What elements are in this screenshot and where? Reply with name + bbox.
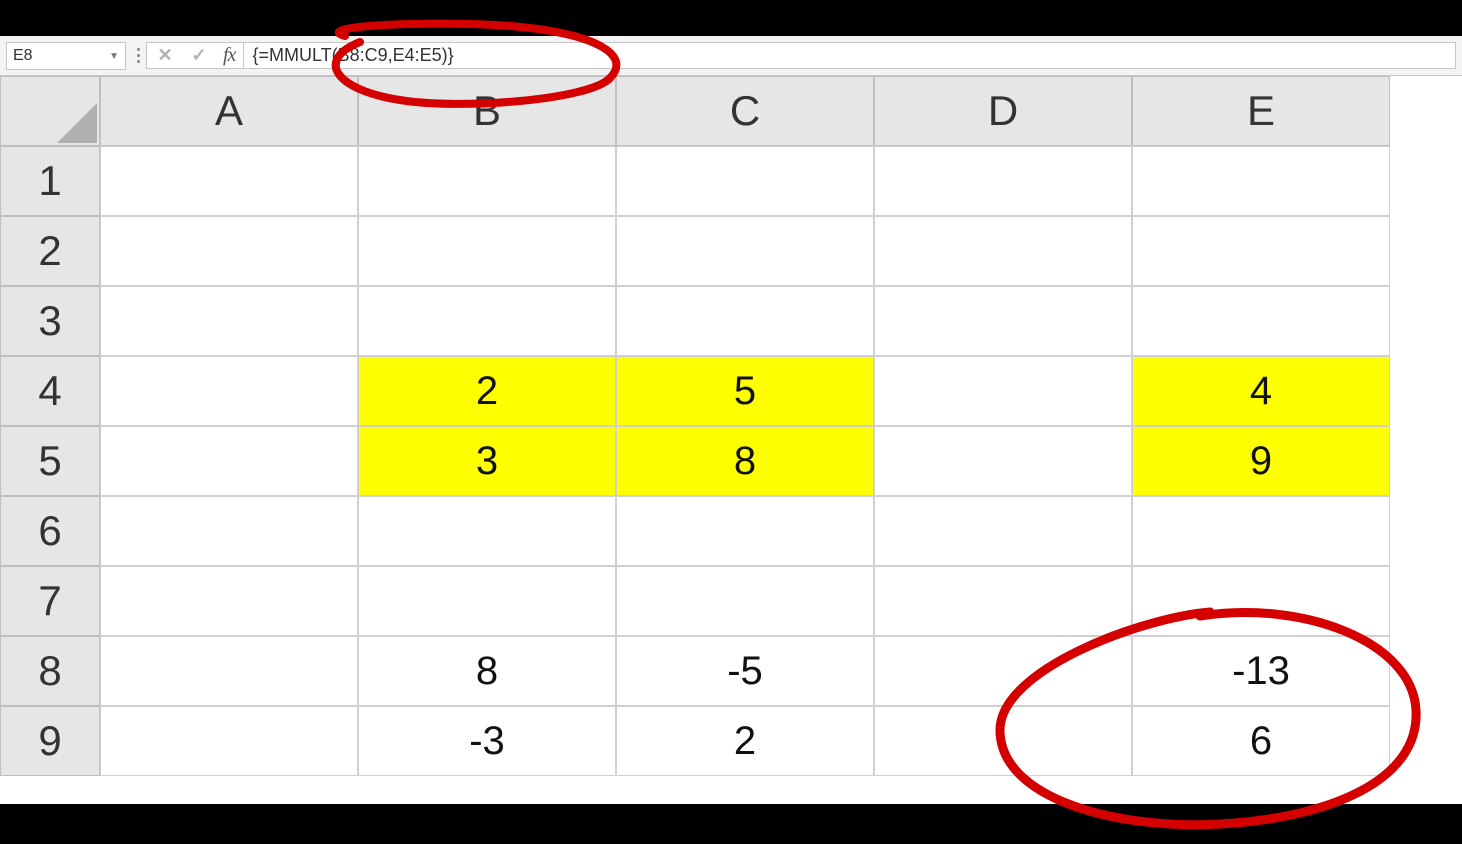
cell-A5[interactable] xyxy=(100,426,358,496)
cell-B2[interactable] xyxy=(358,216,616,286)
cell-A4[interactable] xyxy=(100,356,358,426)
cell-B8[interactable]: 8 xyxy=(358,636,616,706)
cell-value: -13 xyxy=(1232,649,1290,694)
cell-B9[interactable]: -3 xyxy=(358,706,616,776)
cell-B6[interactable] xyxy=(358,496,616,566)
cell-D2[interactable] xyxy=(874,216,1132,286)
select-all-corner[interactable] xyxy=(0,76,100,146)
row-header-3[interactable]: 3 xyxy=(0,286,100,356)
cell-value: 4 xyxy=(1250,369,1272,414)
cell-C9[interactable]: 2 xyxy=(616,706,874,776)
chevron-down-icon[interactable]: ▼ xyxy=(109,51,119,62)
drag-handle-icon[interactable] xyxy=(130,36,146,75)
row-header-9[interactable]: 9 xyxy=(0,706,100,776)
cell-C7[interactable] xyxy=(616,566,874,636)
cell-C3[interactable] xyxy=(616,286,874,356)
cell-value: -5 xyxy=(727,649,763,694)
cell-A9[interactable] xyxy=(100,706,358,776)
cell-value: 3 xyxy=(476,439,498,484)
cell-C1[interactable] xyxy=(616,146,874,216)
cell-E5[interactable]: 9 xyxy=(1132,426,1390,496)
cell-value: -3 xyxy=(469,719,505,764)
cell-A7[interactable] xyxy=(100,566,358,636)
row-header-2[interactable]: 2 xyxy=(0,216,100,286)
cell-D8[interactable] xyxy=(874,636,1132,706)
cell-D7[interactable] xyxy=(874,566,1132,636)
row-header-8[interactable]: 8 xyxy=(0,636,100,706)
row-header-6[interactable]: 6 xyxy=(0,496,100,566)
formula-input[interactable]: {=MMULT(B8:C9,E4:E5)} xyxy=(243,42,1456,69)
cell-value: 6 xyxy=(1250,719,1272,764)
cell-E3[interactable] xyxy=(1132,286,1390,356)
cell-E2[interactable] xyxy=(1132,216,1390,286)
cell-C5[interactable]: 8 xyxy=(616,426,874,496)
cell-A6[interactable] xyxy=(100,496,358,566)
column-header-B[interactable]: B xyxy=(358,76,616,146)
cell-D9[interactable] xyxy=(874,706,1132,776)
formula-controls: ✕ ✓ fx xyxy=(146,42,243,69)
cancel-icon[interactable]: ✕ xyxy=(155,46,175,66)
cell-D4[interactable] xyxy=(874,356,1132,426)
cell-value: 2 xyxy=(476,369,498,414)
cell-value: 5 xyxy=(734,369,756,414)
cell-A2[interactable] xyxy=(100,216,358,286)
cell-value: 9 xyxy=(1250,439,1272,484)
column-header-E[interactable]: E xyxy=(1132,76,1390,146)
cell-B7[interactable] xyxy=(358,566,616,636)
cell-B3[interactable] xyxy=(358,286,616,356)
cell-A8[interactable] xyxy=(100,636,358,706)
name-box[interactable]: E8 ▼ xyxy=(6,42,126,70)
confirm-icon[interactable]: ✓ xyxy=(189,46,209,66)
cell-E9[interactable]: 6 xyxy=(1132,706,1390,776)
cell-E7[interactable] xyxy=(1132,566,1390,636)
cell-value: 2 xyxy=(734,719,756,764)
cell-B1[interactable] xyxy=(358,146,616,216)
cell-E1[interactable] xyxy=(1132,146,1390,216)
window-top-black-band xyxy=(0,0,1462,36)
cell-value: 8 xyxy=(734,439,756,484)
cell-D6[interactable] xyxy=(874,496,1132,566)
row-header-7[interactable]: 7 xyxy=(0,566,100,636)
row-header-5[interactable]: 5 xyxy=(0,426,100,496)
cell-C2[interactable] xyxy=(616,216,874,286)
cell-E4[interactable]: 4 xyxy=(1132,356,1390,426)
name-box-value: E8 xyxy=(13,47,33,65)
cell-C4[interactable]: 5 xyxy=(616,356,874,426)
cell-A3[interactable] xyxy=(100,286,358,356)
fx-icon[interactable]: fx xyxy=(223,44,235,67)
cell-C6[interactable] xyxy=(616,496,874,566)
cell-E6[interactable] xyxy=(1132,496,1390,566)
cell-A1[interactable] xyxy=(100,146,358,216)
column-header-A[interactable]: A xyxy=(100,76,358,146)
formula-text: {=MMULT(B8:C9,E4:E5)} xyxy=(252,45,453,66)
row-header-4[interactable]: 4 xyxy=(0,356,100,426)
column-header-C[interactable]: C xyxy=(616,76,874,146)
cell-E8[interactable]: -13 xyxy=(1132,636,1390,706)
spreadsheet-grid[interactable]: ABCDE123425453896788-5-139-326 xyxy=(0,76,1462,776)
cell-D1[interactable] xyxy=(874,146,1132,216)
cell-C8[interactable]: -5 xyxy=(616,636,874,706)
cell-B5[interactable]: 3 xyxy=(358,426,616,496)
cell-B4[interactable]: 2 xyxy=(358,356,616,426)
cell-value: 8 xyxy=(476,649,498,694)
column-header-D[interactable]: D xyxy=(874,76,1132,146)
window-bottom-black-band xyxy=(0,804,1462,844)
formula-bar-row: E8 ▼ ✕ ✓ fx {=MMULT(B8:C9,E4:E5)} xyxy=(0,36,1462,76)
cell-D3[interactable] xyxy=(874,286,1132,356)
cell-D5[interactable] xyxy=(874,426,1132,496)
row-header-1[interactable]: 1 xyxy=(0,146,100,216)
